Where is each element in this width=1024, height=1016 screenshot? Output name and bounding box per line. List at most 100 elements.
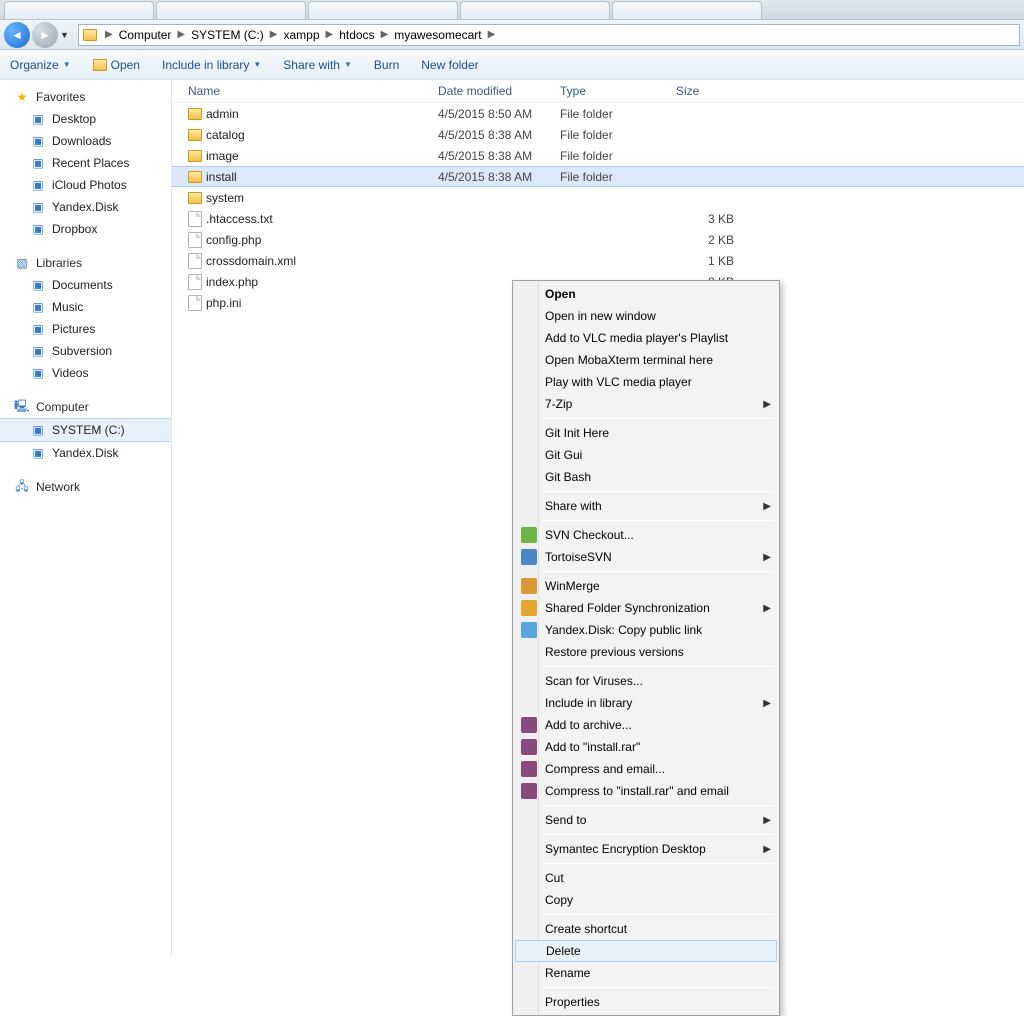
sidebar-item[interactable]: ▣Music bbox=[0, 296, 171, 318]
file-row[interactable]: image4/5/2015 8:38 AMFile folder bbox=[172, 145, 1024, 166]
context-menu-item-icon bbox=[517, 619, 541, 641]
context-menu-item[interactable]: Shared Folder Synchronization▶ bbox=[515, 597, 777, 619]
file-row[interactable]: catalog4/5/2015 8:38 AMFile folder bbox=[172, 124, 1024, 145]
file-icon bbox=[188, 232, 202, 248]
context-menu-item[interactable]: Symantec Encryption Desktop▶ bbox=[515, 838, 777, 860]
file-date: 4/5/2015 8:38 AM bbox=[438, 128, 560, 142]
context-menu-item[interactable]: Cut bbox=[515, 867, 777, 889]
context-menu-item-label: Add to archive... bbox=[541, 718, 771, 732]
context-menu-item[interactable]: Delete bbox=[515, 940, 777, 962]
sidebar-item[interactable]: ▣Dropbox bbox=[0, 218, 171, 240]
file-row[interactable]: config.php2 KB bbox=[172, 229, 1024, 250]
toolbar-include-in-library[interactable]: Include in library▼ bbox=[162, 58, 261, 72]
context-menu-item[interactable]: Scan for Viruses... bbox=[515, 670, 777, 692]
file-date: 4/5/2015 8:38 AM bbox=[438, 170, 560, 184]
sidebar-item[interactable]: ▣Pictures bbox=[0, 318, 171, 340]
context-menu-item-icon bbox=[517, 371, 541, 393]
context-menu-item-label: Restore previous versions bbox=[541, 645, 771, 659]
browser-tab[interactable] bbox=[460, 1, 610, 19]
sidebar-group-libraries[interactable]: ▧ Libraries bbox=[0, 252, 171, 274]
context-menu-item[interactable]: Open in new window bbox=[515, 305, 777, 327]
file-row[interactable]: admin4/5/2015 8:50 AMFile folder bbox=[172, 103, 1024, 124]
sidebar-item[interactable]: ▣Documents bbox=[0, 274, 171, 296]
context-menu-item[interactable]: Include in library▶ bbox=[515, 692, 777, 714]
sidebar-item[interactable]: ▣Downloads bbox=[0, 130, 171, 152]
context-menu-item[interactable]: Open bbox=[515, 283, 777, 305]
breadcrumb-segment[interactable]: myawesomecart bbox=[392, 26, 483, 44]
file-row[interactable]: .htaccess.txt3 KB bbox=[172, 208, 1024, 229]
context-menu-item[interactable]: WinMerge bbox=[515, 575, 777, 597]
file-name: config.php bbox=[206, 233, 261, 247]
toolbar-share-with[interactable]: Share with▼ bbox=[283, 58, 352, 72]
breadcrumb-segment[interactable]: Computer bbox=[117, 26, 174, 44]
nav-forward-button[interactable]: ► bbox=[32, 22, 58, 48]
context-menu-item[interactable]: Restore previous versions bbox=[515, 641, 777, 663]
nav-history-dropdown[interactable]: ▼ bbox=[60, 30, 72, 40]
submenu-arrow-icon: ▶ bbox=[763, 501, 771, 512]
breadcrumb-segment[interactable]: htdocs bbox=[337, 26, 376, 44]
context-menu-item[interactable]: Create shortcut bbox=[515, 918, 777, 940]
context-menu-item-label: Properties bbox=[541, 995, 771, 1009]
context-menu-item[interactable]: Send to▶ bbox=[515, 809, 777, 831]
browser-tab[interactable] bbox=[308, 1, 458, 19]
toolbar-open[interactable]: Open bbox=[93, 58, 140, 72]
sidebar-item[interactable]: ▣Yandex.Disk bbox=[0, 442, 171, 464]
context-menu-item[interactable]: Yandex.Disk: Copy public link bbox=[515, 619, 777, 641]
context-menu-item[interactable]: Git Bash bbox=[515, 466, 777, 488]
toolbar-organize[interactable]: Organize▼ bbox=[10, 58, 71, 72]
sidebar-item[interactable]: ▣Yandex.Disk bbox=[0, 196, 171, 218]
context-menu-item[interactable]: Properties bbox=[515, 991, 777, 1013]
context-menu-item[interactable]: Compress to "install.rar" and email bbox=[515, 780, 777, 802]
sidebar-item-label: Subversion bbox=[52, 342, 112, 360]
sidebar-group-network[interactable]: 🖧 Network bbox=[0, 476, 171, 498]
nav-back-button[interactable]: ◄ bbox=[4, 22, 30, 48]
sidebar-item[interactable]: ▣iCloud Photos bbox=[0, 174, 171, 196]
context-menu-item-label: Git Gui bbox=[541, 448, 771, 462]
browser-tab[interactable] bbox=[612, 1, 762, 19]
column-header-size[interactable]: Size bbox=[676, 84, 746, 98]
context-menu-item-label: Symantec Encryption Desktop bbox=[541, 842, 763, 856]
explorer-toolbar: Organize▼ Open Include in library▼ Share… bbox=[0, 50, 1024, 80]
context-menu-item[interactable]: Share with▶ bbox=[515, 495, 777, 517]
context-menu-item[interactable]: SVN Checkout... bbox=[515, 524, 777, 546]
sidebar-item[interactable]: ▣SYSTEM (C:) bbox=[0, 418, 171, 442]
column-header-date[interactable]: Date modified bbox=[438, 84, 560, 98]
context-menu-item[interactable]: Compress and email... bbox=[515, 758, 777, 780]
sidebar-item[interactable]: ▣Subversion bbox=[0, 340, 171, 362]
file-row[interactable]: install4/5/2015 8:38 AMFile folder bbox=[172, 166, 1024, 187]
context-menu-separator bbox=[543, 666, 775, 667]
breadcrumb-segment[interactable]: SYSTEM (C:) bbox=[189, 26, 266, 44]
sidebar-group-favorites[interactable]: ★ Favorites bbox=[0, 86, 171, 108]
toolbar-new-folder[interactable]: New folder bbox=[421, 58, 478, 72]
context-menu-item-label: Compress and email... bbox=[541, 762, 771, 776]
context-menu-item[interactable]: Rename bbox=[515, 962, 777, 984]
toolbar-burn[interactable]: Burn bbox=[374, 58, 399, 72]
breadcrumb-segment[interactable]: xampp bbox=[281, 26, 321, 44]
context-menu-item[interactable]: Play with VLC media player bbox=[515, 371, 777, 393]
file-row[interactable]: crossdomain.xml1 KB bbox=[172, 250, 1024, 271]
context-menu: OpenOpen in new windowAdd to VLC media p… bbox=[512, 280, 780, 1016]
context-menu-item[interactable]: Open MobaXterm terminal here bbox=[515, 349, 777, 371]
sidebar-item[interactable]: ▣Videos bbox=[0, 362, 171, 384]
context-menu-item[interactable]: Add to archive... bbox=[515, 714, 777, 736]
sidebar-group-computer[interactable]: 🖳 Computer bbox=[0, 396, 171, 418]
browser-tab[interactable] bbox=[4, 1, 154, 19]
breadcrumb[interactable]: ▶ Computer ▶ SYSTEM (C:) ▶ xampp ▶ htdoc… bbox=[78, 24, 1020, 46]
context-menu-item[interactable]: Git Gui bbox=[515, 444, 777, 466]
context-menu-item-icon bbox=[517, 780, 541, 802]
sidebar-item[interactable]: ▣Recent Places bbox=[0, 152, 171, 174]
context-menu-item[interactable]: TortoiseSVN▶ bbox=[515, 546, 777, 568]
context-menu-item[interactable]: Add to "install.rar" bbox=[515, 736, 777, 758]
browser-tab[interactable] bbox=[156, 1, 306, 19]
column-header-type[interactable]: Type bbox=[560, 84, 676, 98]
sidebar-nav-pane: ★ Favorites ▣Desktop▣Downloads▣Recent Pl… bbox=[0, 80, 172, 957]
folder-icon bbox=[188, 129, 202, 141]
file-row[interactable]: system bbox=[172, 187, 1024, 208]
context-menu-item[interactable]: Add to VLC media player's Playlist bbox=[515, 327, 777, 349]
column-header-name[interactable]: Name bbox=[188, 84, 438, 98]
context-menu-item[interactable]: Git Init Here bbox=[515, 422, 777, 444]
folder-open-icon bbox=[93, 59, 107, 71]
context-menu-item[interactable]: Copy bbox=[515, 889, 777, 911]
context-menu-item[interactable]: 7-Zip▶ bbox=[515, 393, 777, 415]
sidebar-item[interactable]: ▣Desktop bbox=[0, 108, 171, 130]
